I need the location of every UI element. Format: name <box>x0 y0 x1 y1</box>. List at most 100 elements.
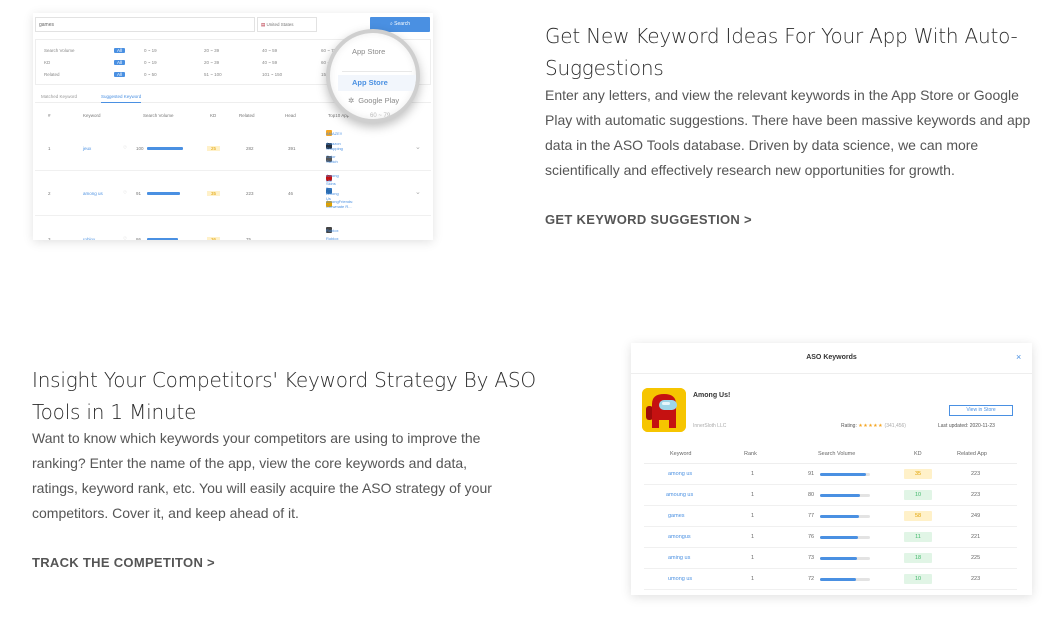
volume-bar <box>820 515 870 518</box>
app-name: AMAZE!! <box>326 130 343 136</box>
rank-value: 1 <box>751 555 755 561</box>
kd-badge: 36 <box>207 237 221 240</box>
keyword-link[interactable]: amoung us <box>666 492 693 498</box>
tab-suggested-keyword[interactable]: Suggested Keyword <box>101 94 142 103</box>
volume-value: 91 <box>808 471 815 477</box>
star-rating-icon: ★★★★★ <box>858 423 884 429</box>
volume-bar-fill <box>820 578 856 581</box>
related-value: 223 <box>246 191 254 196</box>
kd-badge: 10 <box>904 574 932 584</box>
rank-value: 1 <box>751 471 755 477</box>
volume-value: 80 <box>808 492 815 498</box>
updated-label: Last updated: <box>938 423 969 429</box>
volume-bar <box>147 238 178 240</box>
heart-icon[interactable]: ♡ <box>123 190 127 196</box>
top-app-item[interactable]: Amazon Shopping <box>326 141 343 151</box>
section1-title-line1: Get New Keyword Ideas For Your App With … <box>545 24 1018 48</box>
app-name: Amazon Shopping <box>326 141 343 151</box>
option-google-play[interactable]: ✲ Google Play <box>348 96 399 105</box>
filter-option[interactable]: 40 ~ 59 <box>262 60 277 65</box>
filter-all-pill[interactable]: All <box>114 60 126 65</box>
filter-option[interactable]: 0 ~ 50 <box>144 72 157 77</box>
keyword-link[interactable]: among us <box>83 191 103 196</box>
volume-bar <box>820 557 870 560</box>
volume-value: 76 <box>808 534 815 540</box>
col-search-volume: Search Volume <box>818 451 856 457</box>
chevron-down-icon[interactable]: ⌄ <box>415 188 421 196</box>
filter-option[interactable]: 20 ~ 39 <box>204 60 219 65</box>
heart-icon[interactable]: ♡ <box>123 236 127 240</box>
filter-option[interactable]: 101 ~ 150 <box>262 72 282 77</box>
rank-value: 1 <box>751 513 755 519</box>
view-in-store-button[interactable]: View in Store <box>949 405 1013 416</box>
related-app-value: 223 <box>971 492 981 498</box>
keyword-link[interactable]: jeux <box>83 146 91 151</box>
us-flag-icon: ▤ <box>261 22 266 27</box>
volume-bar <box>820 536 870 539</box>
kd-badge: 18 <box>904 553 932 563</box>
kd-badge: 35 <box>207 191 221 196</box>
search-input[interactable]: games <box>35 17 255 32</box>
section2-description: Want to know which keywords your competi… <box>32 430 492 521</box>
heart-icon[interactable]: ♡ <box>123 145 127 151</box>
top-app-item[interactable]: Roblox <box>326 227 338 233</box>
volume-bar-fill <box>820 557 857 560</box>
keyword-suggestion-screenshot: games ▤ United States ⌕ Search Search Vo… <box>33 13 433 240</box>
keyword-row: amoung us 1 80 10 223 <box>644 485 1017 506</box>
volume-value: 100 <box>136 146 144 151</box>
option-app-store-label: App Store <box>352 78 388 87</box>
related-app-value: 249 <box>971 513 981 519</box>
filter-option[interactable]: 51 ~ 100 <box>204 72 222 77</box>
section1-title-line2: Suggestions <box>545 56 664 80</box>
keyword-link[interactable]: amongus <box>668 534 691 540</box>
keyword-link[interactable]: games <box>668 513 685 519</box>
volume-value: 91 <box>136 191 142 196</box>
volume-bar-fill <box>820 515 859 518</box>
keyword-link[interactable]: roblox <box>83 237 95 240</box>
country-select[interactable]: ▤ United States <box>257 17 317 32</box>
track-competitor-link[interactable]: TRACK THE COMPETITON > <box>32 555 215 570</box>
option-app-store[interactable]: App Store <box>348 78 388 87</box>
keyword-link[interactable]: umong us <box>668 576 692 582</box>
filter-all-pill[interactable]: All <box>114 48 126 53</box>
kd-badge: 11 <box>904 532 932 542</box>
col-related-app: Related App <box>957 451 987 457</box>
col-kd: KD <box>210 113 217 118</box>
table-row: 1 jeux ♡ 100 25 282 391 AMAZE!! Amazon Shopping C… <box>35 126 431 171</box>
volume-bar-fill <box>820 536 858 539</box>
keyword-link[interactable]: among us <box>668 471 692 477</box>
keyword-link[interactable]: aming us <box>668 555 690 561</box>
kd-badge: 25 <box>207 146 221 151</box>
top-app-item[interactable]: AMAZE!! <box>326 130 342 136</box>
rank-value: 1 <box>751 534 755 540</box>
app-name: Color Switch <box>326 154 338 164</box>
volume-bar-fill <box>820 494 860 497</box>
col-kd: KD <box>914 451 922 457</box>
rank-value: 1 <box>751 576 755 582</box>
country-label: United States <box>266 22 294 27</box>
android-icon: ✲ <box>348 96 355 105</box>
top-app-item[interactable]: Color Switch <box>326 154 338 164</box>
range-hint: 60 ~ 79 <box>370 113 391 119</box>
rating-count: (341,456) <box>884 423 906 429</box>
tab-matched-keyword[interactable]: Matched Keyword <box>41 94 77 99</box>
filter-all-pill[interactable]: All <box>114 72 126 77</box>
chevron-down-icon[interactable]: ⌄ <box>415 143 421 151</box>
related-value: 75 <box>246 237 252 240</box>
filter-option[interactable]: 0 ~ 19 <box>144 48 157 53</box>
filter-option[interactable]: 0 ~ 19 <box>144 60 157 65</box>
close-icon[interactable]: × <box>1016 352 1021 362</box>
top-app-item[interactable]: Skins For Among Us <box>326 181 339 201</box>
filter-label: Related <box>44 72 60 77</box>
app-name: Roblox <box>326 227 339 233</box>
filter-option[interactable]: 40 ~ 59 <box>262 48 277 53</box>
get-keyword-suggestion-link[interactable]: GET KEYWORD SUGGESTION > <box>545 212 752 227</box>
volume-value: 77 <box>808 513 815 519</box>
top-app-item[interactable]: AmongFriends: Crewmate R... <box>326 199 353 209</box>
col-head: Head <box>285 113 296 118</box>
volume-bar <box>820 473 870 476</box>
related-app-value: 225 <box>971 555 981 561</box>
app-name: Skins For Among Us <box>326 181 339 201</box>
volume-bar <box>820 578 870 581</box>
filter-option[interactable]: 20 ~ 39 <box>204 48 219 53</box>
